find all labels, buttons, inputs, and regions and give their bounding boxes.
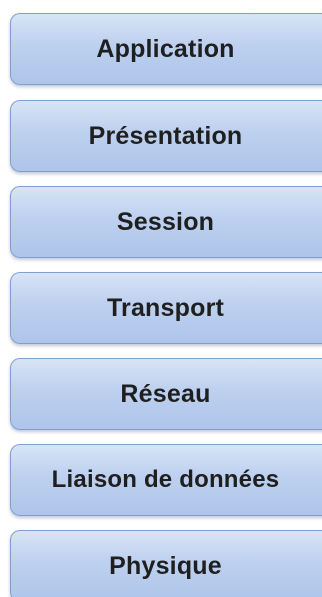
layer-label-session: Session — [116, 207, 215, 236]
layer-box-physique: Physique — [10, 530, 322, 597]
layer-label-transport: Transport — [106, 293, 225, 322]
layer-label-presentation: Présentation — [88, 121, 243, 150]
osi-layer-stack: Application Présentation Session Transpo… — [0, 0, 322, 597]
layer-label-physique: Physique — [109, 551, 222, 580]
layer-box-transport: Transport — [10, 272, 322, 344]
layer-box-presentation: Présentation — [10, 100, 322, 172]
layer-box-session: Session — [10, 186, 322, 258]
layer-box-liaison-de-donnees: Liaison de données — [10, 444, 322, 516]
layer-label-application: Application — [96, 34, 235, 63]
layer-label-reseau: Réseau — [120, 379, 211, 408]
layer-box-reseau: Réseau — [10, 358, 322, 430]
layer-label-liaison-de-donnees: Liaison de données — [51, 466, 280, 493]
layer-box-application: Application — [10, 13, 322, 85]
